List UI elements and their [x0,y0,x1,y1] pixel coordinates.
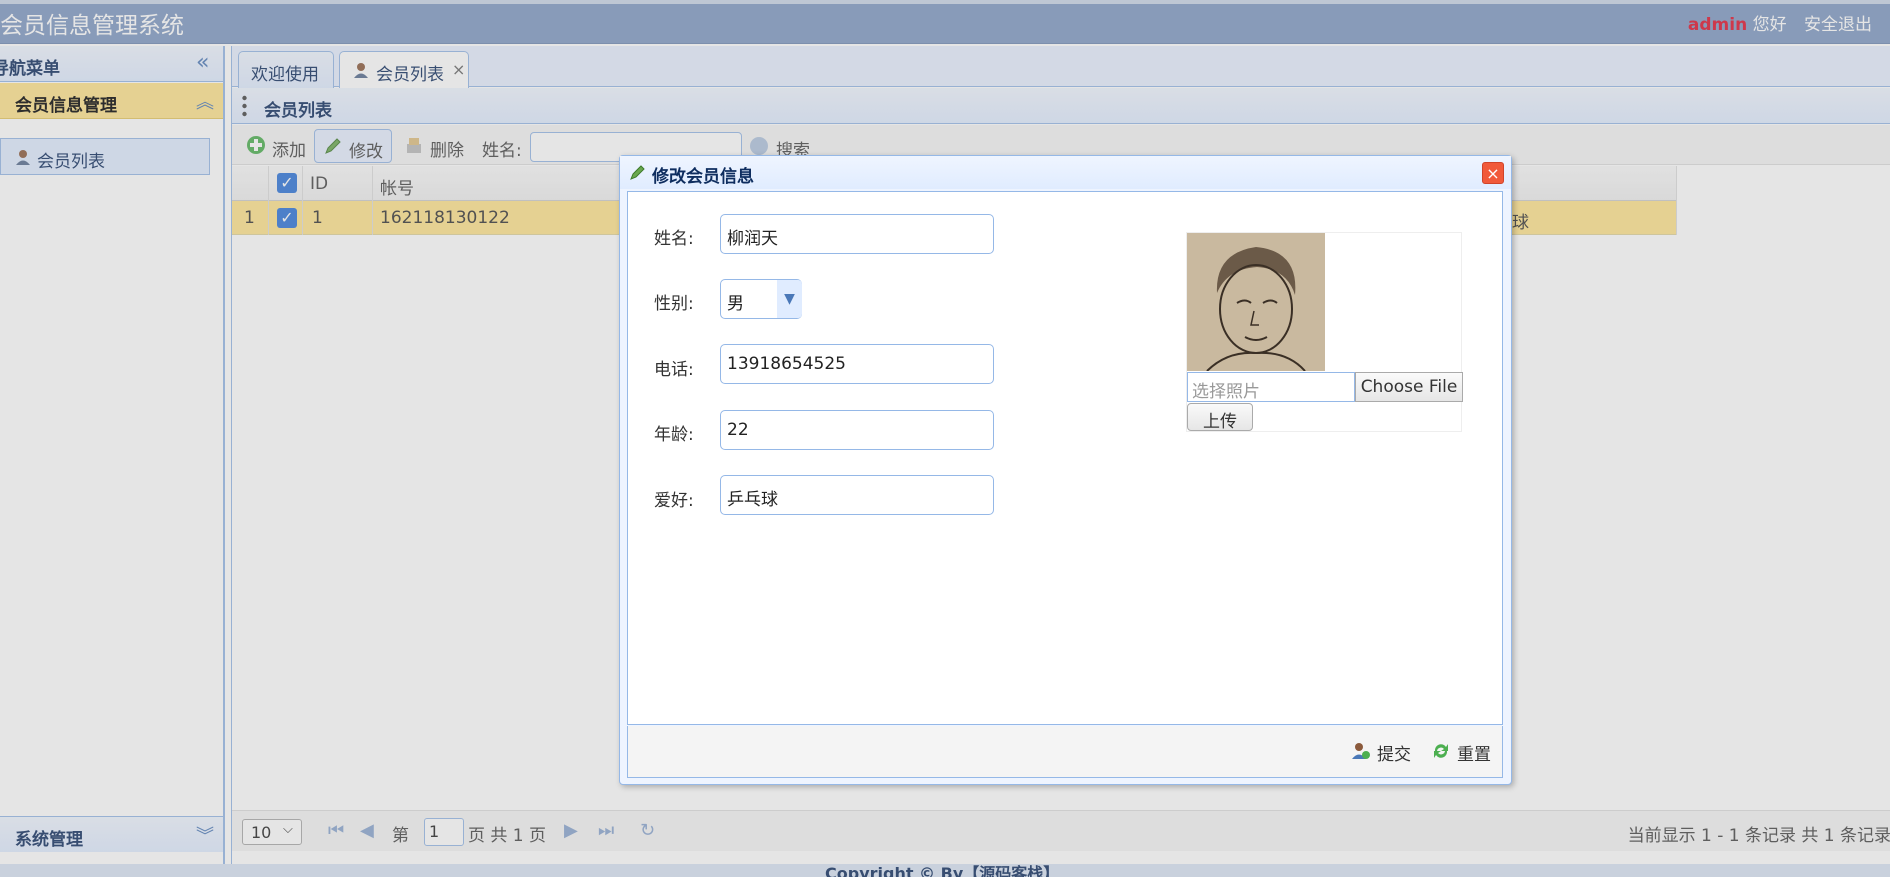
photo-file-field[interactable]: 选择照片 [1187,372,1355,402]
gender-select[interactable]: 男 ▼ [720,279,802,319]
hobby-value: 乒乓球 [727,490,778,510]
age-value: 22 [727,420,749,440]
name-value: 柳润天 [727,229,778,249]
dialog-footer: 提交 重置 [627,726,1503,778]
phone-label: 电话: [654,360,694,380]
reset-label: 重置 [1457,745,1491,765]
user-submit-icon [1352,743,1370,759]
close-icon[interactable]: × [1482,162,1504,184]
choose-file-button[interactable]: Choose File [1355,372,1463,402]
chevron-down-icon[interactable]: ▼ [777,280,802,318]
member-photo-sketch [1187,233,1325,371]
upload-button[interactable]: 上传 [1187,403,1253,432]
age-field[interactable]: 22 [720,410,994,450]
submit-button[interactable]: 提交 [1351,738,1415,766]
edit-member-dialog: 修改会员信息 × 姓名: 柳润天 性别: 男 ▼ 电话: 13918654525… [619,155,1512,785]
hobby-label: 爱好: [654,491,694,511]
name-label: 姓名: [654,229,694,249]
pencil-icon [630,165,645,180]
reset-button[interactable]: 重置 [1431,738,1495,766]
dialog-title: 修改会员信息 [652,167,754,187]
age-label: 年龄: [654,425,694,445]
member-photo [1187,233,1325,371]
gender-label: 性别: [654,294,694,314]
hobby-field[interactable]: 乒乓球 [720,475,994,515]
phone-field[interactable]: 13918654525 [720,344,994,384]
photo-upload-area: 选择照片 Choose File 上传 [1186,232,1463,432]
name-field[interactable]: 柳润天 [720,214,994,254]
refresh-icon [1434,744,1448,758]
dialog-form: 姓名: 柳润天 性别: 男 ▼ 电话: 13918654525 年龄: 22 爱… [627,191,1503,725]
dialog-header: 修改会员信息 × [620,156,1511,189]
submit-label: 提交 [1377,745,1411,765]
photo-placeholder: 选择照片 [1192,382,1260,402]
phone-value: 13918654525 [727,354,846,374]
gender-value: 男 [727,294,744,314]
